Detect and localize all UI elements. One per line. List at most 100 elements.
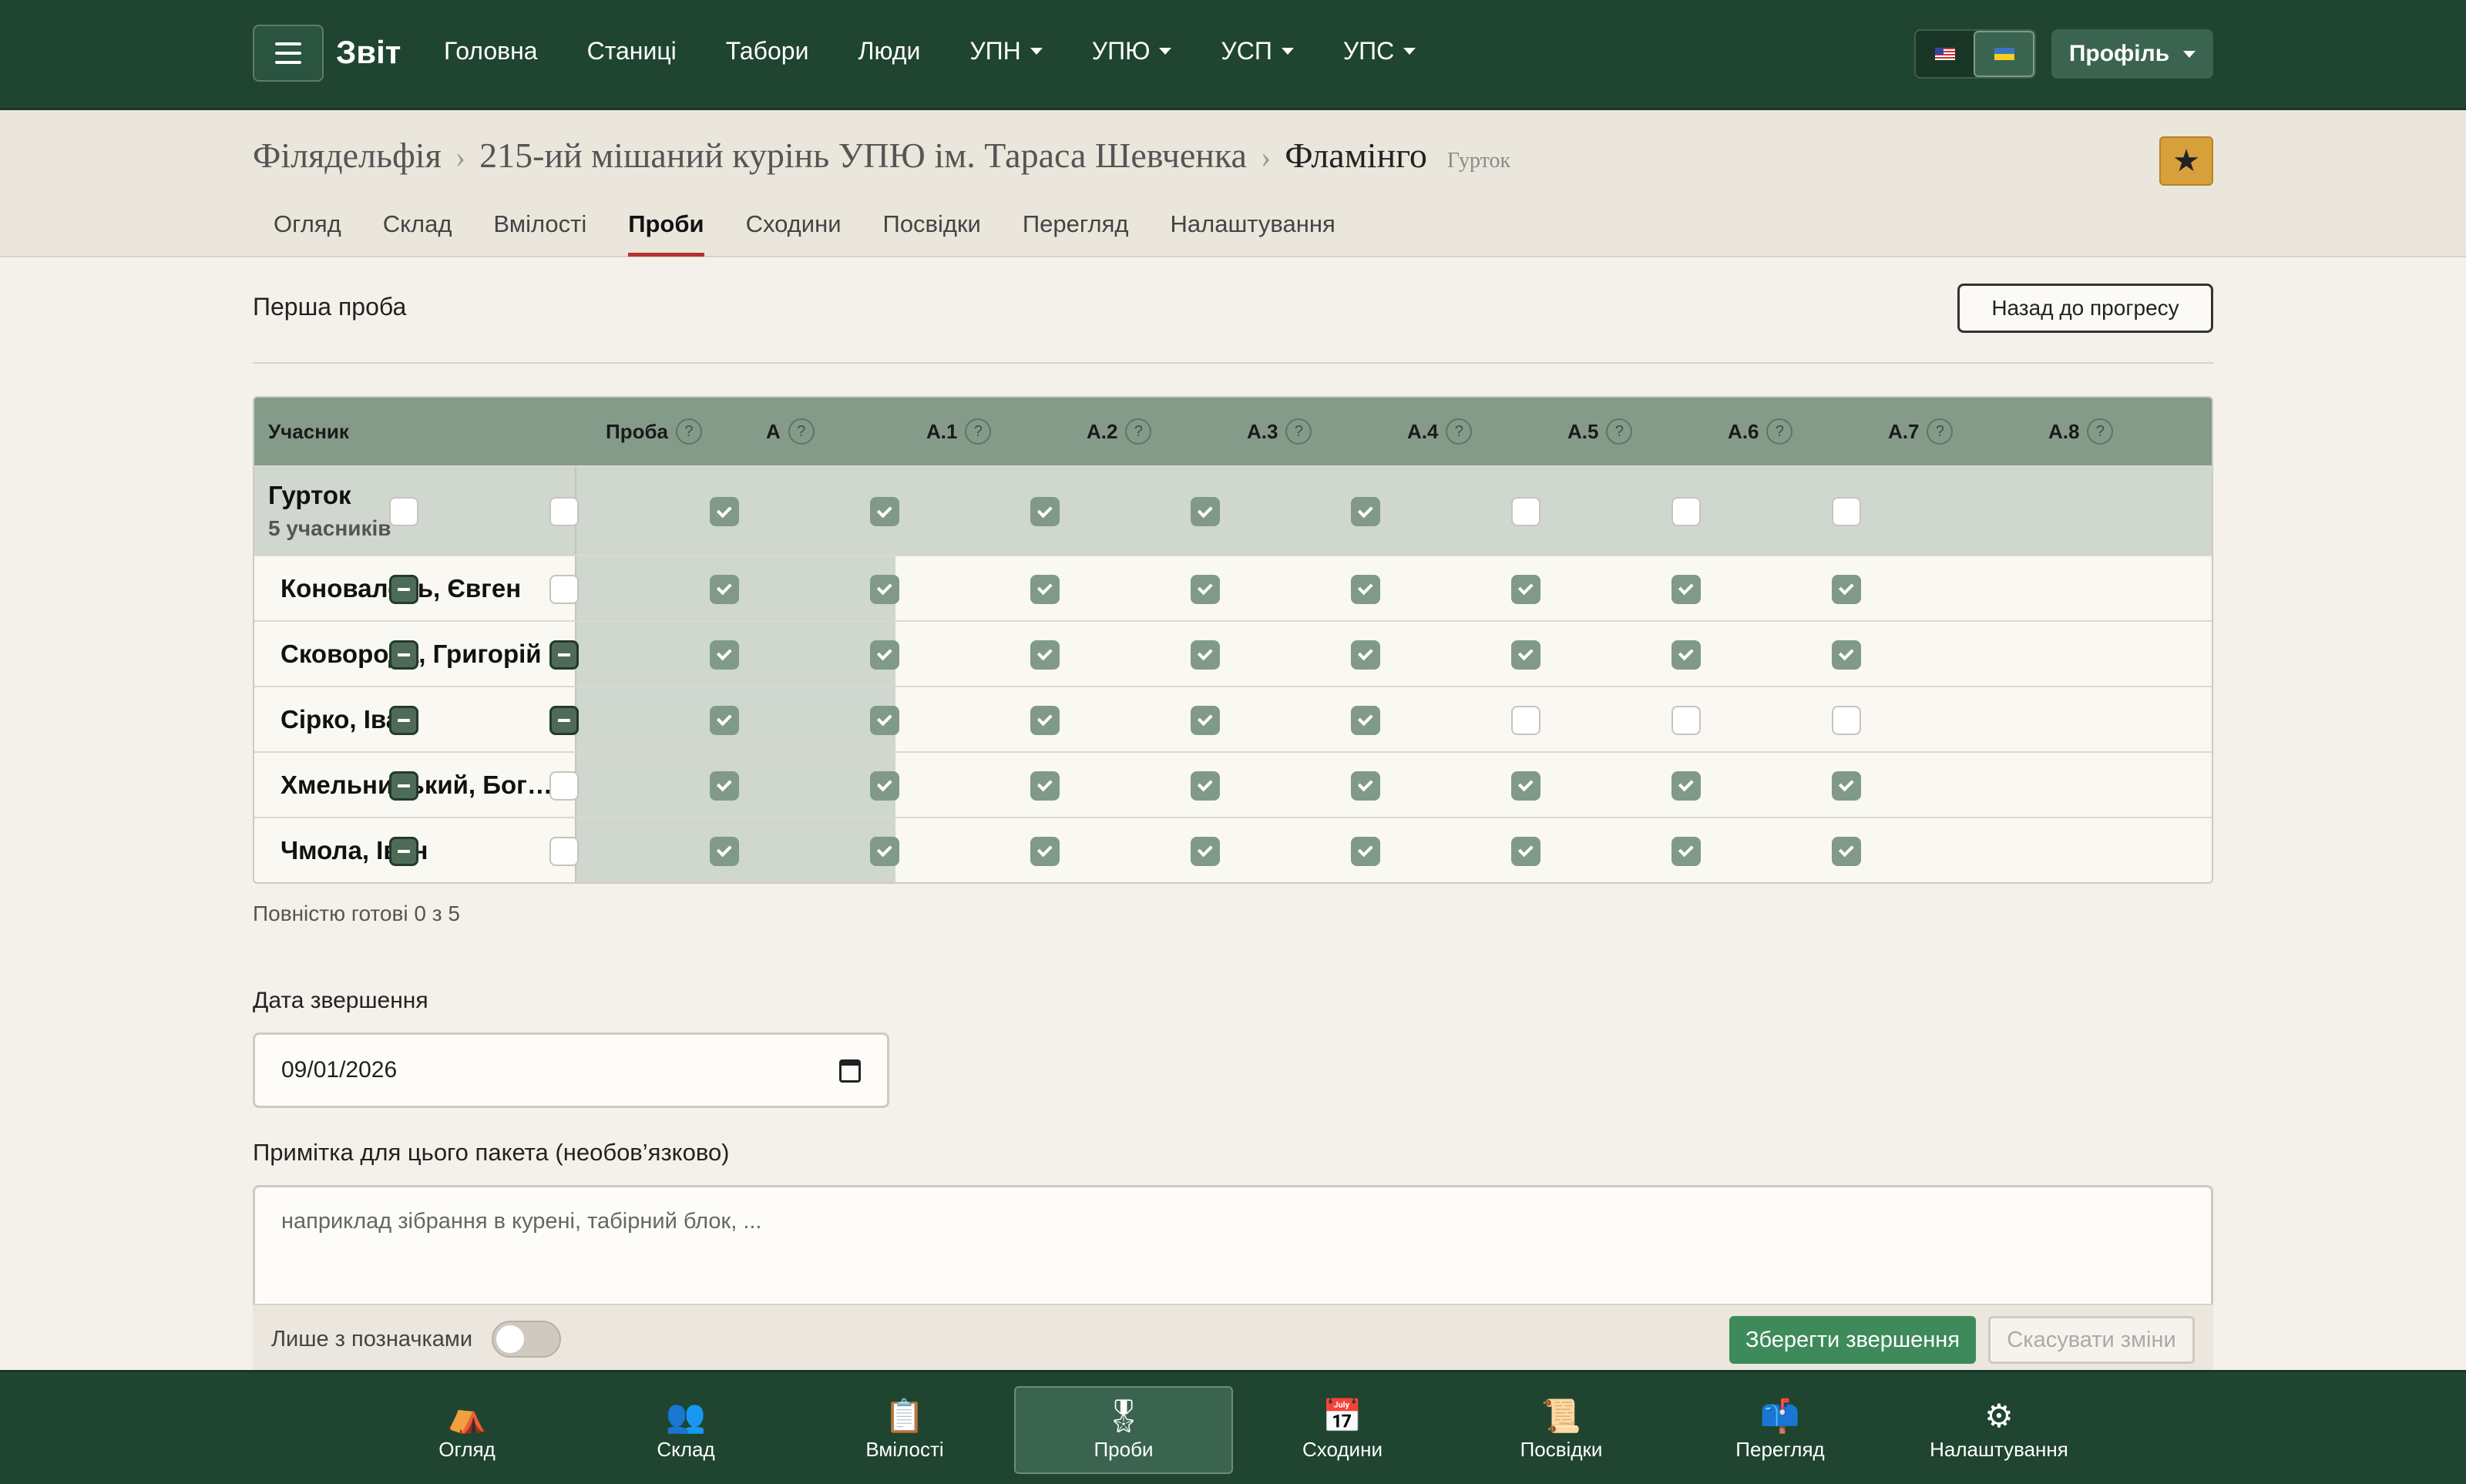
breadcrumb-item[interactable]: 215-ий мішаний курінь УПЮ ім. Тараса Шев… <box>479 135 1247 176</box>
breadcrumb-item[interactable]: Філядельфія <box>253 135 442 176</box>
checkbox-off[interactable] <box>1671 497 1701 526</box>
checkbox-on[interactable] <box>1832 640 1861 670</box>
checkbox-on[interactable] <box>1191 705 1220 735</box>
tab-1[interactable]: Склад <box>362 210 473 257</box>
help-icon[interactable]: ? <box>1766 418 1793 445</box>
bottom-nav-item-6[interactable]: 📫 Перегляд <box>1671 1386 1890 1474</box>
checkbox-on[interactable] <box>1030 640 1060 670</box>
checkbox-on[interactable] <box>1351 574 1380 604</box>
bottom-nav-item-4[interactable]: 📅 Сходини <box>1233 1386 1452 1474</box>
tab-4[interactable]: Сходини <box>725 210 862 257</box>
nav-link-7[interactable]: УПС <box>1343 37 1416 65</box>
checkbox-on[interactable] <box>710 574 739 604</box>
checkbox-on[interactable] <box>1351 771 1380 801</box>
nav-link-3[interactable]: Люди <box>858 37 920 65</box>
checkbox-on[interactable] <box>870 497 899 526</box>
help-icon[interactable]: ? <box>788 418 815 445</box>
save-completion-button[interactable]: Зберегти звершення <box>1729 1316 1976 1364</box>
bottom-nav-item-1[interactable]: 👥 Склад <box>576 1386 795 1474</box>
nav-link-5[interactable]: УПЮ <box>1092 37 1172 65</box>
help-icon[interactable]: ? <box>1606 418 1633 445</box>
checkbox-on[interactable] <box>1191 497 1220 526</box>
checkbox-on[interactable] <box>1511 771 1540 801</box>
help-icon[interactable]: ? <box>1125 418 1152 445</box>
checkbox-on[interactable] <box>1832 836 1861 866</box>
checkbox-on[interactable] <box>870 771 899 801</box>
back-to-progress-button[interactable]: Назад до прогресу <box>1957 284 2213 333</box>
checkbox-on[interactable] <box>1511 574 1540 604</box>
bottom-nav-item-7[interactable]: ⚙ Налаштування <box>1890 1386 2108 1474</box>
checkbox-on[interactable] <box>710 497 739 526</box>
checkbox-off[interactable] <box>549 497 579 526</box>
lang-en-button[interactable] <box>1916 31 1974 77</box>
menu-toggle-button[interactable] <box>253 25 324 82</box>
favorite-star-button[interactable]: ★ <box>2159 136 2213 186</box>
help-icon[interactable]: ? <box>675 418 702 445</box>
checkbox-on[interactable] <box>1030 836 1060 866</box>
checkbox-on[interactable] <box>1351 497 1380 526</box>
help-icon[interactable]: ? <box>2087 418 2114 445</box>
checkbox-ind[interactable] <box>549 705 579 735</box>
checkbox-ind[interactable] <box>389 836 418 866</box>
checkbox-on[interactable] <box>1832 771 1861 801</box>
nav-link-6[interactable]: УСП <box>1221 37 1294 65</box>
only-marked-toggle[interactable] <box>492 1321 561 1358</box>
profile-dropdown[interactable]: Профіль <box>2051 29 2213 79</box>
checkbox-off[interactable] <box>549 574 579 604</box>
checkbox-ind[interactable] <box>549 640 579 670</box>
help-icon[interactable]: ? <box>1927 418 1954 445</box>
tab-2[interactable]: Вмілості <box>472 210 607 257</box>
checkbox-off[interactable] <box>549 771 579 801</box>
checkbox-on[interactable] <box>710 640 739 670</box>
checkbox-on[interactable] <box>1030 497 1060 526</box>
checkbox-on[interactable] <box>1030 705 1060 735</box>
checkbox-off[interactable] <box>1832 497 1861 526</box>
checkbox-on[interactable] <box>870 574 899 604</box>
checkbox-on[interactable] <box>1351 705 1380 735</box>
checkbox-on[interactable] <box>1191 771 1220 801</box>
checkbox-on[interactable] <box>1511 640 1540 670</box>
checkbox-ind[interactable] <box>389 640 418 670</box>
checkbox-ind[interactable] <box>389 771 418 801</box>
cancel-changes-button[interactable]: Скасувати зміни <box>1988 1316 2195 1364</box>
checkbox-on[interactable] <box>1671 836 1701 866</box>
checkbox-on[interactable] <box>870 640 899 670</box>
checkbox-off[interactable] <box>1511 497 1540 526</box>
checkbox-on[interactable] <box>1030 771 1060 801</box>
nav-link-4[interactable]: УПН <box>969 37 1043 65</box>
bottom-nav-item-2[interactable]: 📋 Вмілості <box>795 1386 1014 1474</box>
bottom-nav-item-0[interactable]: ⛺ Огляд <box>358 1386 576 1474</box>
checkbox-on[interactable] <box>710 836 739 866</box>
checkbox-on[interactable] <box>870 836 899 866</box>
checkbox-ind[interactable] <box>389 705 418 735</box>
help-icon[interactable]: ? <box>1285 418 1312 445</box>
checkbox-off[interactable] <box>1832 705 1861 735</box>
checkbox-on[interactable] <box>1191 640 1220 670</box>
tab-0[interactable]: Огляд <box>253 210 362 257</box>
help-icon[interactable]: ? <box>1446 418 1473 445</box>
checkbox-on[interactable] <box>1191 574 1220 604</box>
tab-5[interactable]: Посвідки <box>862 210 1002 257</box>
checkbox-on[interactable] <box>1030 574 1060 604</box>
checkbox-off[interactable] <box>1511 705 1540 735</box>
calendar-icon[interactable] <box>839 1059 861 1083</box>
brand-logo[interactable]: Звіт <box>336 34 401 71</box>
bottom-nav-item-5[interactable]: 📜 Посвідки <box>1452 1386 1671 1474</box>
checkbox-on[interactable] <box>710 771 739 801</box>
nav-link-1[interactable]: Станиці <box>587 37 677 65</box>
bottom-nav-item-3[interactable]: 🎖 Проби <box>1014 1386 1233 1474</box>
checkbox-on[interactable] <box>1351 836 1380 866</box>
nav-link-0[interactable]: Головна <box>444 37 538 65</box>
checkbox-on[interactable] <box>710 705 739 735</box>
checkbox-on[interactable] <box>1351 640 1380 670</box>
checkbox-off[interactable] <box>389 497 418 526</box>
checkbox-on[interactable] <box>1832 574 1861 604</box>
checkbox-on[interactable] <box>1511 836 1540 866</box>
checkbox-off[interactable] <box>549 836 579 866</box>
nav-link-2[interactable]: Табори <box>726 37 809 65</box>
tab-6[interactable]: Перегляд <box>1002 210 1150 257</box>
checkbox-off[interactable] <box>1671 705 1701 735</box>
tab-7[interactable]: Налаштування <box>1149 210 1356 257</box>
checkbox-on[interactable] <box>870 705 899 735</box>
lang-uk-button[interactable] <box>1974 31 2034 77</box>
